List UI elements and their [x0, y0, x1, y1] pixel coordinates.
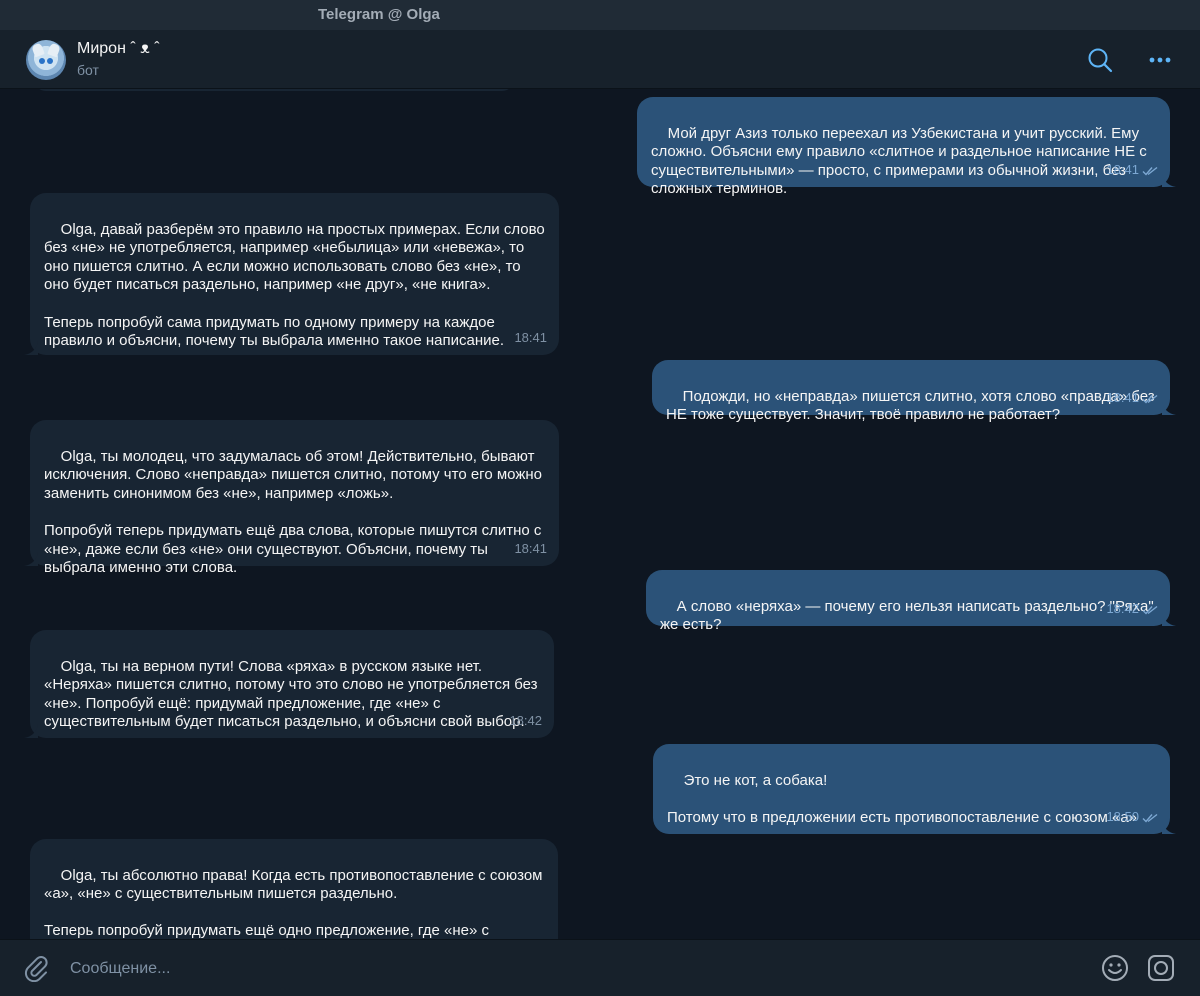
message-text: Olga, ты абсолютно права! Когда есть про… [44, 866, 543, 939]
message-bubble-outgoing[interactable]: Это не кот, а собака! Потому что в предл… [653, 744, 1176, 834]
message-bubble-incoming[interactable]: Olga, ты абсолютно права! Когда есть про… [30, 839, 558, 939]
message-bubble-outgoing[interactable]: Подожди, но «неправда» пишется слитно, х… [652, 360, 1176, 423]
message-bubble-incoming[interactable]: Olga, ты на верном пути! Слова «ряха» в … [24, 630, 554, 738]
message-time: 18:41 [514, 541, 547, 557]
message-bubble-outgoing[interactable]: А слово «неряха» — почему его нельзя нап… [646, 570, 1176, 633]
message-list[interactable]: Мой друг Азиз только переехал из Узбекис… [0, 89, 1200, 939]
more-icon[interactable] [1146, 46, 1174, 74]
message-time: 18:42 [509, 713, 542, 729]
message-text: Olga, давай разберём это правило на прос… [44, 220, 545, 350]
search-icon[interactable] [1086, 46, 1114, 74]
message-bubble-incoming[interactable]: Olga, ты молодец, что задумалась об этом… [24, 420, 559, 576]
bubble-tail [24, 552, 38, 566]
bubble-tail [1162, 612, 1176, 626]
message-text: Мой друг Азиз только переехал из Узбекис… [651, 124, 1151, 198]
bubble-tail [1162, 820, 1176, 834]
message-time: 18:41 [1106, 389, 1158, 408]
attach-icon[interactable] [22, 954, 50, 982]
message-text: А слово «неряха» — почему его нельзя нап… [660, 597, 1158, 634]
message-time: 18:41 [514, 330, 547, 346]
window-title: Telegram @ Olga [318, 6, 440, 23]
message-time: 18:50 [1106, 808, 1158, 827]
window-titlebar: Telegram @ Olga [0, 0, 1200, 30]
bubble-tail [24, 341, 38, 355]
message-composer [0, 939, 1200, 996]
message-bubble-outgoing[interactable]: Мой друг Азиз только переехал из Узбекис… [637, 97, 1176, 197]
chat-header: Мирон ˆ ᴥ ˆ бот [0, 30, 1200, 89]
emoji-icon[interactable] [1100, 953, 1130, 983]
double-check-icon [1142, 394, 1158, 404]
chat-status: бот [77, 62, 99, 78]
bubble-tail [1162, 401, 1176, 415]
chat-name[interactable]: Мирон ˆ ᴥ ˆ [77, 40, 160, 58]
double-check-icon [1142, 166, 1158, 176]
message-text: Подожди, но «неправда» пишется слитно, х… [666, 387, 1159, 424]
message-bubble-incoming[interactable]: Olga, давай разберём это правило на прос… [24, 193, 559, 355]
message-time: 18:41 [1106, 161, 1158, 180]
message-time: 18:42 [1106, 600, 1158, 619]
double-check-icon [1142, 813, 1158, 823]
message-text: Это не кот, а собака! Потому что в предл… [667, 771, 1138, 826]
message-bubble-cut [34, 89, 514, 91]
message-input[interactable] [68, 956, 1072, 982]
bubble-tail [24, 724, 38, 738]
message-text: Olga, ты на верном пути! Слова «ряха» в … [44, 657, 542, 731]
bubble-tail [1162, 173, 1176, 187]
message-text: Olga, ты молодец, что задумалась об этом… [44, 447, 542, 577]
avatar[interactable] [26, 40, 66, 80]
double-check-icon [1142, 605, 1158, 615]
camera-icon[interactable] [1146, 953, 1176, 983]
